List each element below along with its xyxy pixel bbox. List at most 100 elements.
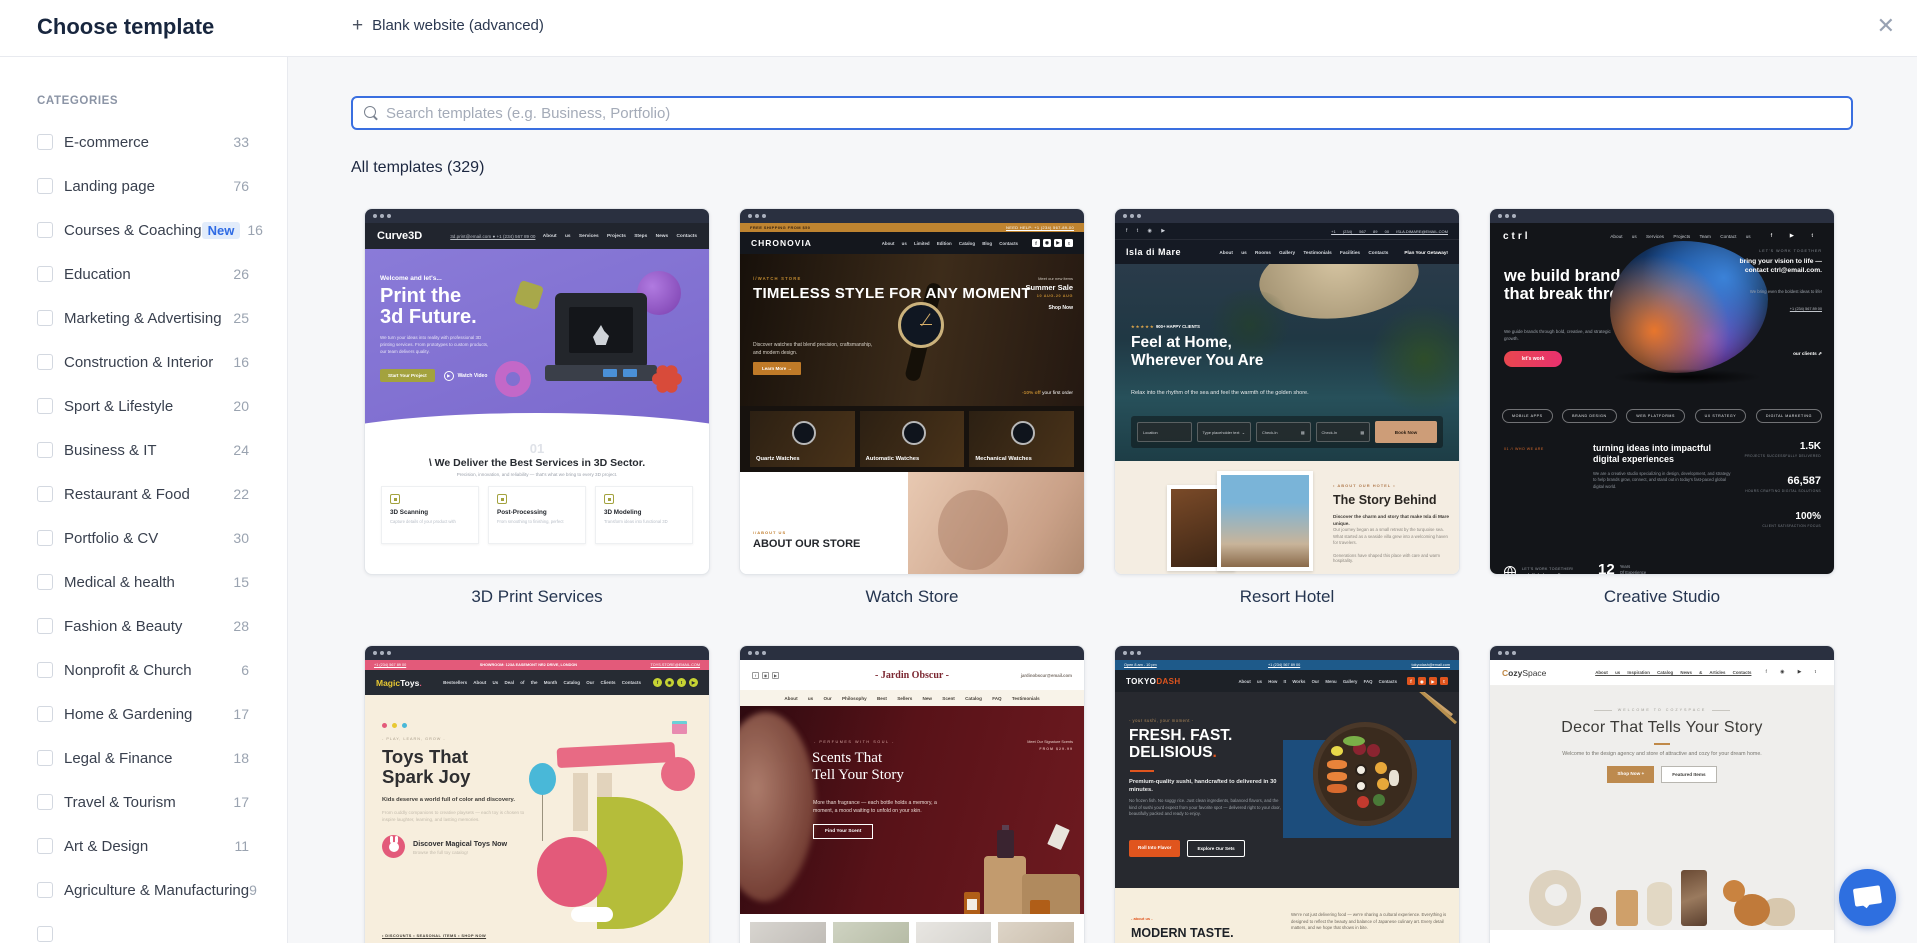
mini-nav: About us Our Philosophy Best Sellers New…: [740, 690, 1084, 706]
category-row[interactable]: Restaurant & Food22: [37, 472, 249, 516]
template-card-resort-hotel[interactable]: f t ◉ ▶ +1 (234) 567 89 00 ISLA.DIMARE@E…: [1114, 208, 1460, 607]
category-row[interactable]: E-commerce33: [37, 120, 249, 164]
category-row[interactable]: Portfolio & CV30: [37, 516, 249, 560]
browser-bar: [365, 209, 709, 223]
template-card-toys[interactable]: +1 (234) 567 89 00 SHOWROOM: 123A EASEMO…: [364, 645, 710, 943]
category-checkbox[interactable]: [37, 354, 53, 370]
category-row[interactable]: Nonprofit & Church 6: [37, 648, 249, 692]
palm-shape: [1369, 304, 1459, 414]
template-card-creative-studio[interactable]: ctrl About us Services Projects Team Con…: [1489, 208, 1835, 607]
mini-nav: About us Services Projects Steps News Co…: [543, 234, 697, 239]
blank-website-button[interactable]: + Blank website (advanced): [352, 16, 544, 35]
stat: 66,587 HOURS CRAFTING DIGITAL SOLUTIONS: [1745, 475, 1821, 493]
category-count: 20: [233, 398, 249, 414]
browser-bar: [740, 646, 1084, 660]
template-search[interactable]: [351, 96, 1853, 130]
mini-button: Shop Now +: [1607, 766, 1654, 783]
category-checkbox[interactable]: [37, 618, 53, 634]
template-card-3d-print[interactable]: Curve3D 3d.print@email.com ● +1 (234) 56…: [364, 208, 710, 607]
mini-logo: Isla di Mare: [1126, 247, 1181, 257]
template-grid: Curve3D 3d.print@email.com ● +1 (234) 56…: [364, 208, 1917, 943]
category-checkbox[interactable]: [37, 134, 53, 150]
category-checkbox[interactable]: [37, 882, 53, 898]
category-checkbox[interactable]: [37, 706, 53, 722]
pedestal-shape: [984, 856, 1026, 914]
category-count: 16: [247, 222, 263, 238]
category-row[interactable]: Courses & CoachingNew16: [37, 208, 249, 252]
category-count: 18: [233, 750, 249, 766]
category-row[interactable]: Legal & Finance 18: [37, 736, 249, 780]
bunny-icon: [382, 835, 405, 858]
template-card-perfume[interactable]: f◉▶ - Jardin Obscur - jardinobscur@email…: [739, 645, 1085, 943]
service-pill: MOBILE APPS: [1502, 409, 1553, 423]
category-checkbox[interactable]: [37, 750, 53, 766]
category-row[interactable]: Construction & Interior16: [37, 340, 249, 384]
category-checkbox[interactable]: [37, 222, 53, 238]
category-row[interactable]: Travel & Tourism17: [37, 780, 249, 824]
feature-card: 3D Modeling Transform ideas into functio…: [595, 486, 693, 544]
template-thumbnail: ctrl About us Services Projects Team Con…: [1489, 208, 1835, 575]
category-checkbox[interactable]: [37, 530, 53, 546]
category-row[interactable]: Agriculture & Manufacturing9: [37, 868, 249, 912]
category-count: 6: [241, 662, 249, 678]
category-checkbox[interactable]: [37, 398, 53, 414]
category-checkbox[interactable]: [37, 486, 53, 502]
category-checkbox[interactable]: [37, 794, 53, 810]
category-row[interactable]: Medical & health15: [37, 560, 249, 604]
template-thumbnail: Open 8 am - 10 pm +1 (234) 567 89 00 tok…: [1114, 645, 1460, 943]
category-label: Fashion & Beauty: [64, 618, 182, 635]
category-checkbox[interactable]: [37, 310, 53, 326]
category-row[interactable]: Education26: [37, 252, 249, 296]
category-row-partial[interactable]: [37, 912, 249, 943]
template-title: Resort Hotel: [1114, 587, 1460, 607]
mini-button: Book Now: [1375, 421, 1437, 443]
service-pill: DIGITAL MARKETING: [1756, 409, 1822, 423]
category-row[interactable]: Fashion & Beauty28: [37, 604, 249, 648]
category-label: Home & Gardening: [64, 706, 192, 723]
booking-field: Type placeholder text⌄: [1197, 422, 1252, 442]
category-label: Education: [64, 266, 131, 283]
browser-bar: [740, 209, 1084, 223]
template-card-decor[interactable]: CozySpace About us Inspiration Catalog N…: [1489, 645, 1835, 943]
category-checkbox[interactable]: [37, 178, 53, 194]
category-count: 11: [234, 838, 249, 854]
play-icon: ▶: [444, 371, 454, 381]
mini-logo: TOKYODASH: [1126, 677, 1181, 686]
mini-logo: CHRONOVIA: [751, 238, 812, 248]
category-checkbox[interactable]: [37, 266, 53, 282]
feature-icon: [497, 494, 507, 504]
category-checkbox[interactable]: [37, 662, 53, 678]
categories-list: E-commerce33Landing page76Courses & Coac…: [37, 120, 287, 943]
category-label: Marketing & Advertising: [64, 310, 222, 327]
category-row[interactable]: Landing page76: [37, 164, 249, 208]
search-input[interactable]: [386, 105, 1840, 122]
category-checkbox[interactable]: [37, 442, 53, 458]
mini-nav: About us Services Projects Team Contact …: [1610, 234, 1750, 239]
category-row[interactable]: Home & Gardening17: [37, 692, 249, 736]
category-row[interactable]: Sport & Lifestyle20: [37, 384, 249, 428]
category-row[interactable]: Business & IT24: [37, 428, 249, 472]
feature-card: 3D Scanning Capture details of your prod…: [381, 486, 479, 544]
stat: 1.5K PROJECTS SUCCESSFULLY DELIVERED: [1745, 441, 1821, 458]
category-checkbox[interactable]: [37, 838, 53, 854]
category-label: Medical & health: [64, 574, 175, 591]
chat-button[interactable]: [1839, 869, 1896, 926]
category-checkbox[interactable]: [37, 574, 53, 590]
template-card-watch-store[interactable]: FREE SHIPPING FROM $50 NEED HELP: +1 (23…: [739, 208, 1085, 607]
category-checkbox[interactable]: [37, 926, 53, 942]
category-row[interactable]: Marketing & Advertising25: [37, 296, 249, 340]
template-title: 3D Print Services: [364, 587, 710, 607]
category-label: Nonprofit & Church: [64, 662, 192, 679]
mini-logo: ctrl: [1503, 231, 1531, 242]
template-thumbnail: FREE SHIPPING FROM $50 NEED HELP: +1 (23…: [739, 208, 1085, 575]
social-icons: f◉▶t: [1407, 677, 1448, 685]
dialog-header: Choose template + Blank website (advance…: [0, 0, 1917, 57]
close-icon[interactable]: ✕: [1877, 13, 1895, 39]
blank-website-label: Blank website (advanced): [372, 17, 544, 34]
category-count: 24: [233, 442, 249, 458]
category-label: Legal & Finance: [64, 750, 172, 767]
torus-shape: [495, 361, 531, 397]
category-row[interactable]: Art & Design11: [37, 824, 249, 868]
template-card-sushi[interactable]: Open 8 am - 10 pm +1 (234) 567 89 00 tok…: [1114, 645, 1460, 943]
template-title: Watch Store: [739, 587, 1085, 607]
